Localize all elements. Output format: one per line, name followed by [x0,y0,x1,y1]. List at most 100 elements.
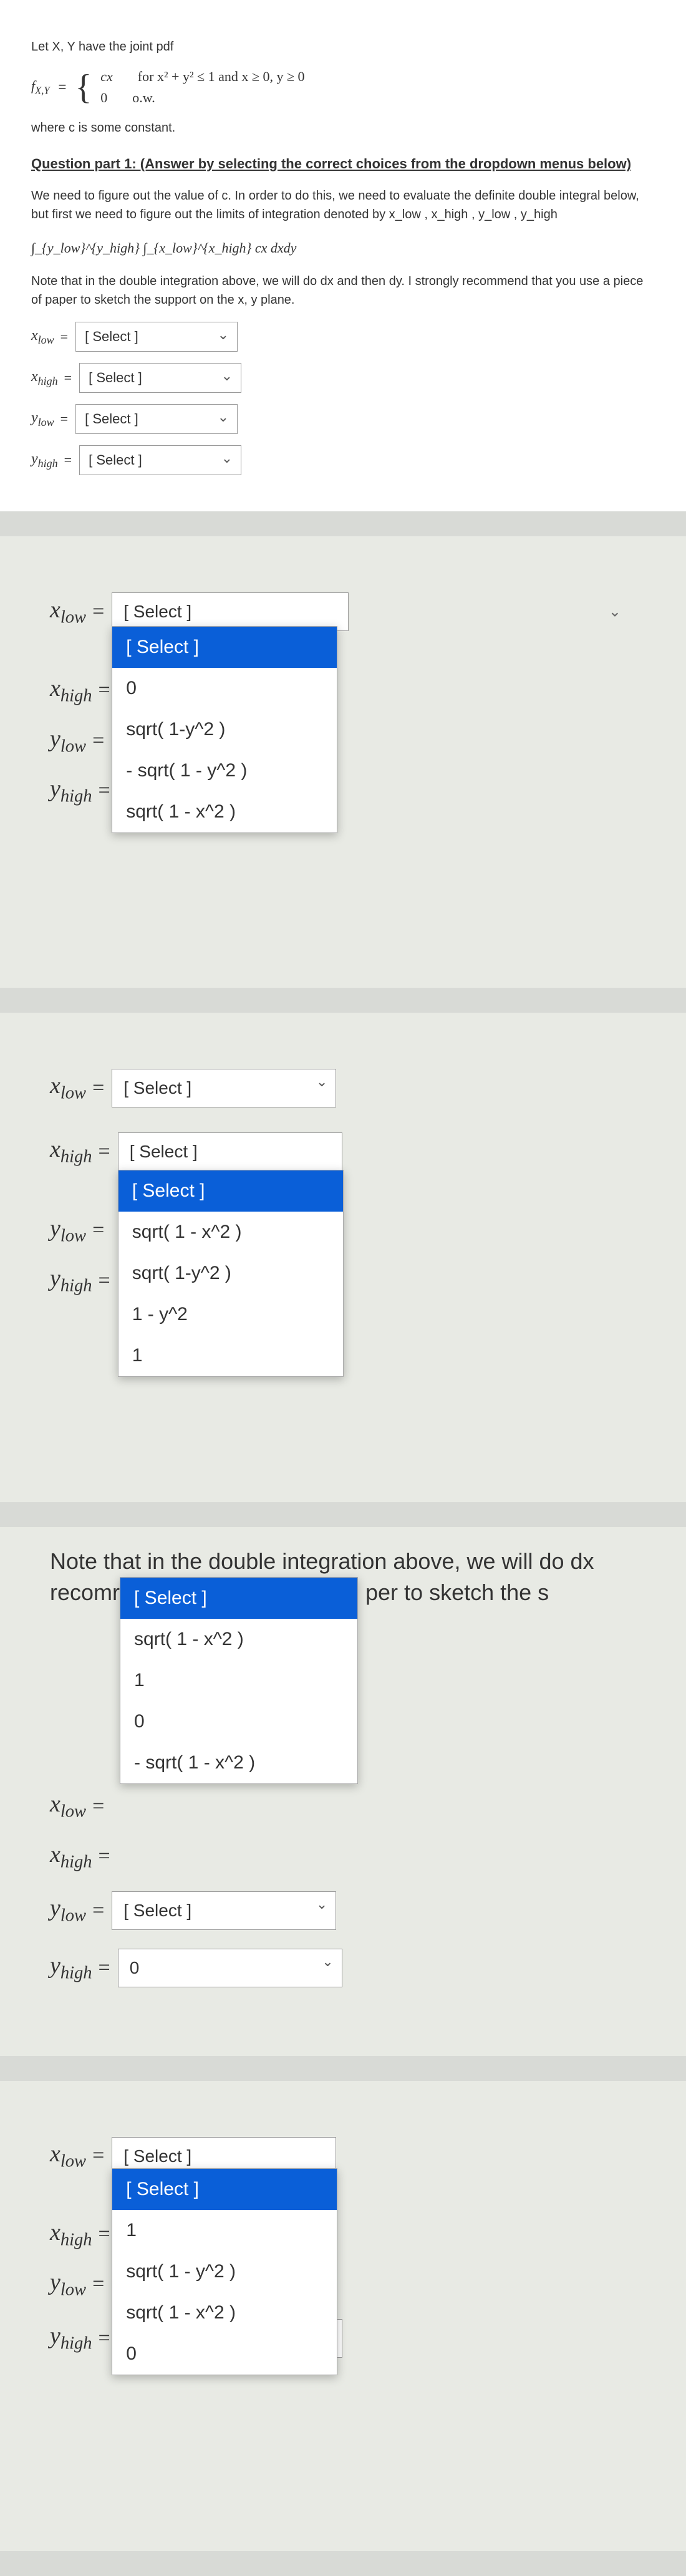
eq-sign: = [99,1845,110,1868]
eq-sign: = [99,1140,110,1164]
dropdown-option[interactable]: 0 [112,2333,337,2375]
dropdown-option[interactable]: sqrt( 1-y^2 ) [112,709,337,750]
let-line: Let X, Y have the joint pdf [31,37,655,56]
dropdown-option[interactable]: 0 [112,668,337,709]
row-ylow: ylow = [ Select ] [31,404,655,434]
where-c: where c is some constant. [31,118,655,137]
label-ylow: ylow [31,410,54,429]
dropdown-yhigh[interactable]: [ Select ]1sqrt( 1 - y^2 )sqrt( 1 - x^2 … [112,2168,337,2375]
pdf-definition: fX,Y = { cx for x² + y² ≤ 1 and x ≥ 0, y… [31,69,655,106]
label-xlow: xlow [50,2140,86,2172]
dropdown-option[interactable]: sqrt( 1 - x^2 ) [120,1619,357,1660]
question-title: Question part 1: (Answer by selecting th… [31,153,655,174]
eq-sign: = [92,1795,104,1818]
label-xhigh: xhigh [50,1841,92,1873]
dropdown-option[interactable]: 1 [118,1335,343,1376]
eq-sign: = [64,370,72,386]
note-line-a: Note that in the double integration abov… [50,1546,636,1577]
problem-statement: Let X, Y have the joint pdf fX,Y = { cx … [0,0,686,511]
equals-sign: = [59,79,67,95]
select-xlow[interactable]: [ Select ] [75,322,238,352]
label-xlow: xlow [50,1072,86,1104]
eq-sign: = [64,452,72,468]
piece-cx: cx [100,69,113,85]
eq-sign: = [99,779,110,803]
paragraph-need-c: We need to figure out the value of c. In… [31,186,655,224]
label-yhigh: yhigh [50,1265,92,1296]
select-yhigh[interactable]: [ Select ] [79,445,241,475]
brace-icon: { [75,72,92,103]
select-xhigh-open[interactable]: [ Select ] [118,1132,342,1171]
dropdown-xlow[interactable]: [ Select ]0sqrt( 1-y^2 )- sqrt( 1 - y^2 … [112,626,337,833]
label-yhigh: yhigh [50,1952,92,1984]
row-xhigh: xhigh = [ Select ] [31,363,655,393]
dropdown-option[interactable]: sqrt( 1 - x^2 ) [112,791,337,832]
row-xlow: xlow = [ Select ] [31,322,655,352]
piece-ow: o.w. [132,90,155,106]
screenshot-xhigh-open: xlow = [ Select ] xhigh = [ Select ] [ S… [0,1013,686,1502]
dropdown-option[interactable]: sqrt( 1 - x^2 ) [118,1212,343,1253]
select-xhigh[interactable]: [ Select ] [79,363,241,393]
eq-sign: = [92,1076,104,1100]
select-ylow[interactable]: [ Select ] [112,1891,336,1930]
label-xhigh: xhigh [50,2219,92,2250]
select-yhigh[interactable]: 0 [118,1949,342,1987]
piece-zero: 0 [100,90,107,106]
label-ylow: ylow [50,2269,86,2300]
label-xlow: xlow [50,596,86,628]
label-xlow: xlow [31,327,54,347]
eq-sign: = [60,411,68,427]
select-xlow-open[interactable]: [ Select ] [112,592,349,631]
paragraph-note: Note that in the double integration abov… [31,272,655,309]
dropdown-option[interactable]: 1 - y^2 [118,1294,343,1335]
eq-sign: = [92,1899,104,1922]
eq-sign: = [92,600,104,624]
eq-sign: = [92,729,104,753]
eq-sign: = [92,2144,104,2168]
label-xhigh: xhigh [50,675,92,707]
dropdown-option[interactable]: sqrt( 1-y^2 ) [118,1253,343,1294]
label-ylow: ylow [50,725,86,757]
label-yhigh: yhigh [50,775,92,807]
eq-sign: = [99,1956,110,1980]
dropdown-option[interactable]: sqrt( 1 - x^2 ) [112,2292,337,2333]
dropdown-option[interactable]: 0 [120,1701,357,1742]
chevron-down-icon: ⌄ [609,603,621,621]
eq-sign: = [60,329,68,345]
piece-domain: for x² + y² ≤ 1 and x ≥ 0, y ≥ 0 [138,69,305,85]
double-integral: ∫_{y_low}^{y_high} ∫_{x_low}^{x_high} cx… [31,238,655,258]
dropdown-option[interactable]: - sqrt( 1 - x^2 ) [120,1742,357,1783]
eq-sign: = [99,2222,110,2246]
label-ylow: ylow [50,1215,86,1247]
dropdown-option[interactable]: [ Select ] [112,627,337,668]
dropdown-option[interactable]: sqrt( 1 - y^2 ) [112,2251,337,2292]
screenshot-yhigh-open: xlow = [ Select ] [ Select ]1sqrt( 1 - y… [0,2081,686,2551]
label-xhigh: xhigh [31,369,58,388]
dropdown-option[interactable]: - sqrt( 1 - y^2 ) [112,750,337,791]
eq-sign: = [99,678,110,702]
dropdown-ylow[interactable]: [ Select ]sqrt( 1 - x^2 )10- sqrt( 1 - x… [120,1577,358,1784]
label-ylow: ylow [50,1894,86,1926]
dropdown-option[interactable]: [ Select ] [118,1170,343,1212]
sub-xy: X,Y [35,84,49,96]
recomm-fragment: recomr [50,1577,120,1608]
dropdown-xhigh[interactable]: [ Select ]sqrt( 1 - x^2 )sqrt( 1-y^2 )1 … [118,1170,344,1377]
label-xlow: xlow [50,1790,86,1822]
eq-sign: = [99,2327,110,2350]
screenshot-xlow-open: xlow = [ Select ] [ Select ]0sqrt( 1-y^2… [0,536,686,988]
row-yhigh: yhigh = [ Select ] [31,445,655,475]
dropdown-option[interactable]: 1 [112,2210,337,2251]
dropdown-option[interactable]: 1 [120,1660,357,1701]
dropdown-option[interactable]: [ Select ] [112,2169,337,2210]
select-xlow[interactable]: [ Select ] [112,1069,336,1107]
note-line-b: per to sketch the s [365,1577,549,1608]
label-yhigh: yhigh [31,451,58,470]
screenshot-ylow-open: Note that in the double integration abov… [0,1527,686,2056]
label-yhigh: yhigh [50,2322,92,2354]
eq-sign: = [99,1269,110,1293]
select-ylow[interactable]: [ Select ] [75,404,238,434]
label-xhigh: xhigh [50,1136,92,1167]
eq-sign: = [92,2272,104,2296]
eq-sign: = [92,1218,104,1242]
dropdown-option[interactable]: [ Select ] [120,1578,357,1619]
